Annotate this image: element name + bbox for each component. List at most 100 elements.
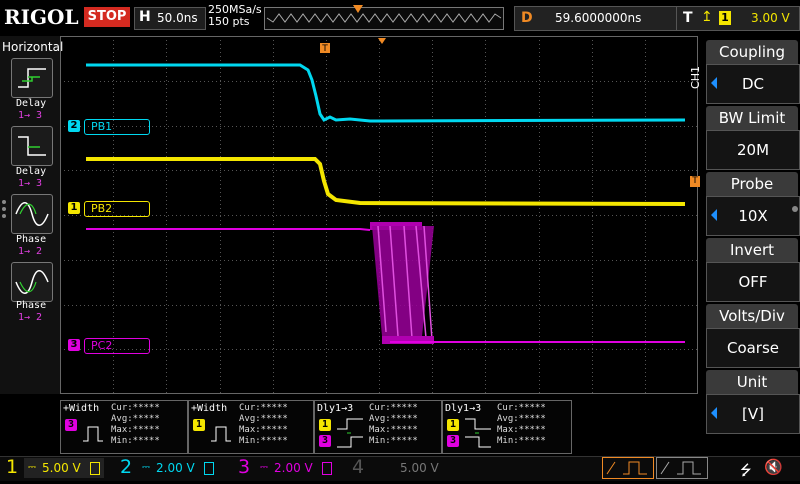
meas2-channel-badge: 1 — [193, 419, 205, 431]
bw-limit-value: 20M — [736, 141, 770, 159]
menu-page-dot — [792, 206, 798, 212]
memory-overview — [264, 5, 504, 30]
volts-div-value: Coarse — [726, 339, 780, 357]
phase-falling-icon — [15, 270, 49, 294]
meas3-channel-b-badge: 3 — [319, 435, 331, 447]
coupling-button[interactable]: DC — [706, 64, 800, 104]
dc-coupling-icon: ⎓ — [28, 462, 36, 473]
positive-width-icon — [83, 426, 103, 442]
trigger-level-marker[interactable]: T — [690, 176, 700, 187]
bw-limit-icon — [204, 462, 214, 475]
invert-button[interactable]: OFF — [706, 262, 800, 302]
meas1-title: +Width — [63, 403, 100, 414]
trigger-level: 3.00 V — [751, 11, 790, 25]
rising-edge-icon: ↥ — [701, 9, 713, 25]
phase-rising-icon — [15, 202, 49, 226]
delay-value: 59.6000000ns — [555, 11, 642, 25]
measurement-box-1[interactable]: +Width 3 Cur:***** Avg:***** Max:***** M… — [60, 400, 188, 454]
measurement-box-4[interactable]: Dly1→3 1 3 Cur:***** Avg:***** Max:*****… — [442, 400, 572, 454]
meas1-cur: Cur:***** — [111, 403, 160, 413]
ref-channel-button[interactable] — [656, 457, 708, 479]
coupling-value: DC — [741, 75, 765, 93]
meas4-max: Max:***** — [497, 425, 546, 435]
ch3-scale-box[interactable]: ⎓ 2.00 V — [256, 458, 336, 478]
ch1-scale-box[interactable]: ⎓ 5.00 V — [24, 458, 104, 478]
measurement-box-3[interactable]: Dly1→3 1 3 Cur:***** Avg:***** Max:*****… — [314, 400, 442, 454]
ch2-number[interactable]: 2 — [120, 455, 132, 479]
meas1-avg: Avg:***** — [111, 414, 160, 424]
ch1-number[interactable]: 1 — [6, 455, 18, 479]
phase-rising-button[interactable] — [11, 194, 53, 234]
horizontal-key-label: H — [139, 9, 151, 25]
horizontal-panel-title: Horizontal — [2, 40, 64, 54]
delay-rising-icon — [18, 68, 46, 88]
meas4-cur: Cur:***** — [497, 403, 546, 413]
ch3-number[interactable]: 3 — [238, 455, 250, 479]
meas3-channel-a-badge: 1 — [319, 419, 331, 431]
ch2-trace-label: PB1 — [84, 119, 150, 135]
dc-coupling-icon: ⎓ — [142, 462, 150, 473]
unit-button[interactable]: [V] — [706, 394, 800, 434]
waveform-display[interactable]: T — [60, 36, 698, 394]
timebase-box[interactable]: H 50.0ns — [134, 7, 206, 30]
meas4-channel-b-badge: 3 — [447, 435, 459, 447]
meas2-title: +Width — [191, 403, 228, 414]
ch1-number-badge: 1 — [68, 202, 80, 214]
phase-rising-sub: 1→ 2 — [18, 246, 43, 257]
ch4-scale: 5.00 V — [400, 461, 439, 475]
delay-rising-sub: 1→ 3 — [18, 110, 43, 121]
ch2-scale: 2.00 V — [156, 461, 195, 475]
volts-div-title: Volts/Div — [706, 304, 798, 328]
math-waveform-icon — [606, 461, 647, 475]
meas2-max: Max:***** — [239, 425, 288, 435]
delay-box[interactable]: D 59.6000000ns — [514, 6, 698, 31]
timebase-value: 50.0ns — [157, 11, 198, 25]
meas2-avg: Avg:***** — [239, 414, 288, 424]
probe-button[interactable]: 10X — [706, 196, 800, 236]
delay-falling-falling-icon — [465, 418, 491, 448]
bw-limit-button[interactable]: 20M — [706, 130, 800, 170]
ch4-scale-box[interactable]: 5.00 V — [370, 458, 450, 478]
ch1-scale: 5.00 V — [42, 461, 81, 475]
meas4-avg: Avg:***** — [497, 414, 546, 424]
acquisition-info: 250MSa/s 150 pts — [208, 4, 262, 28]
phase-falling-button[interactable] — [11, 262, 53, 302]
delay-key-label: D — [521, 10, 533, 26]
coupling-title: Coupling — [706, 40, 798, 64]
meas1-channel-badge: 3 — [65, 419, 77, 431]
ch4-number[interactable]: 4 — [352, 455, 364, 479]
phase-falling-label: Phase — [16, 300, 47, 311]
left-arrow-icon — [711, 209, 717, 221]
ch2-scale-box[interactable]: ⎓ 2.00 V — [138, 458, 218, 478]
ch3-trace — [86, 222, 685, 344]
meas2-cur: Cur:***** — [239, 403, 288, 413]
meas4-min: Min:***** — [497, 436, 546, 446]
phase-falling-sub: 1→ 2 — [18, 312, 43, 323]
meas1-max: Max:***** — [111, 425, 160, 435]
math-channel-button[interactable] — [602, 457, 654, 479]
volts-div-button[interactable]: Coarse — [706, 328, 800, 368]
speaker-muted-icon[interactable]: 🔇 — [764, 458, 783, 476]
trigger-source-badge: 1 — [719, 11, 731, 25]
ref-waveform-icon — [660, 461, 701, 475]
trigger-box[interactable]: T ↥ 1 3.00 V — [676, 6, 800, 31]
meas3-max: Max:***** — [369, 425, 418, 435]
ch3-scale: 2.00 V — [274, 461, 313, 475]
memory-trigger-marker — [353, 5, 363, 13]
run-stop-status[interactable]: STOP — [84, 7, 130, 27]
meas4-title: Dly1→3 — [445, 403, 482, 414]
delay-falling-icon — [18, 136, 46, 156]
unit-value: [V] — [742, 405, 764, 423]
positive-width-icon — [211, 426, 231, 442]
delay-rising-button[interactable] — [11, 58, 53, 98]
delay-falling-sub: 1→ 3 — [18, 178, 43, 189]
ch1-trace — [86, 157, 686, 206]
meas3-avg: Avg:***** — [369, 414, 418, 424]
ch3-number-badge: 3 — [68, 339, 80, 351]
svg-text:T: T — [321, 44, 328, 54]
meas1-min: Min:***** — [111, 436, 160, 446]
left-arrow-icon — [711, 407, 717, 419]
measurement-box-2[interactable]: +Width 1 Cur:***** Avg:***** Max:***** M… — [188, 400, 314, 454]
trigger-time-marker: T — [320, 43, 330, 54]
delay-falling-button[interactable] — [11, 126, 53, 166]
